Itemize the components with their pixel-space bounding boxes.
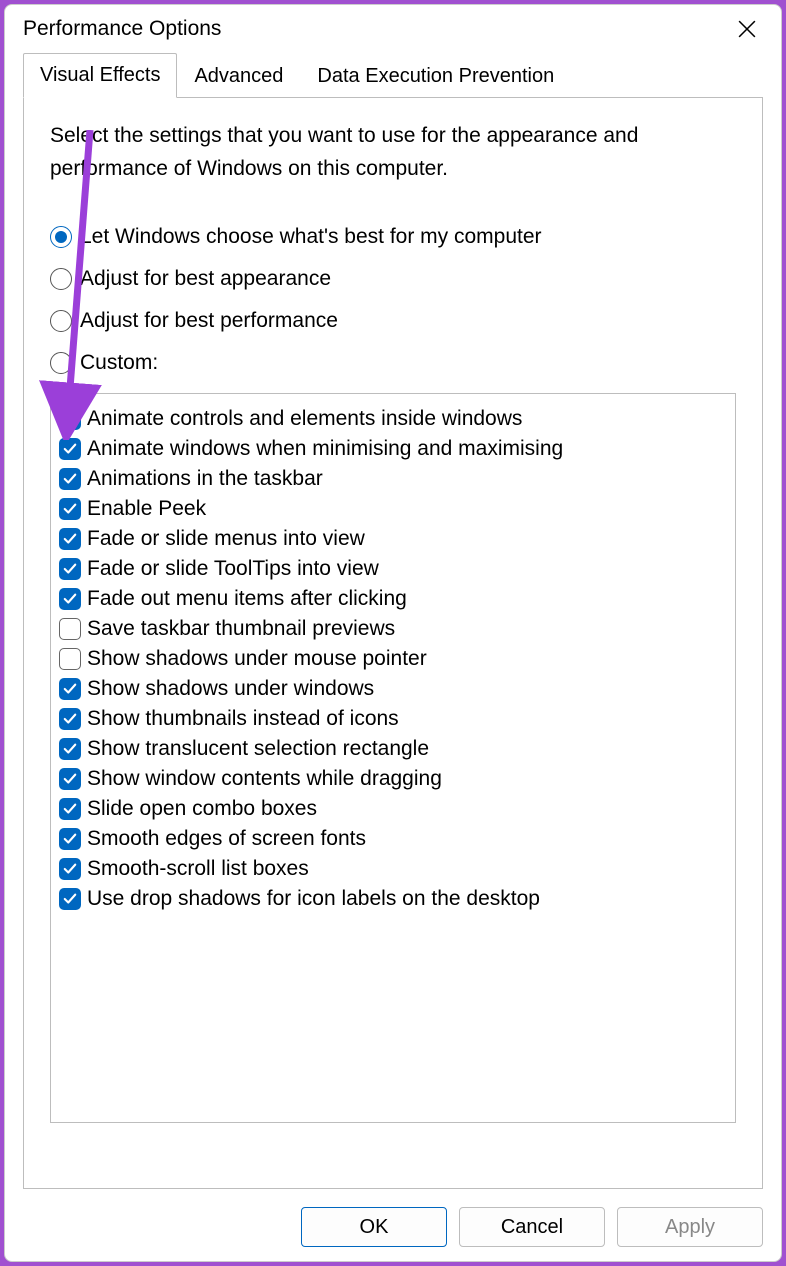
- checkbox-input[interactable]: [59, 468, 81, 490]
- radio-label: Custom:: [80, 351, 158, 375]
- radio-input[interactable]: [50, 226, 72, 248]
- checkbox-option-15[interactable]: Smooth-scroll list boxes: [59, 854, 727, 884]
- check-icon: [63, 832, 77, 846]
- checkbox-option-1[interactable]: Animate windows when minimising and maxi…: [59, 434, 727, 464]
- check-icon: [63, 892, 77, 906]
- check-icon: [63, 532, 77, 546]
- check-icon: [63, 442, 77, 456]
- radio-input[interactable]: [50, 310, 72, 332]
- checkbox-option-9[interactable]: Show shadows under windows: [59, 674, 727, 704]
- radio-option-0[interactable]: Let Windows choose what's best for my co…: [50, 225, 736, 249]
- checkbox-label: Animations in the taskbar: [87, 467, 323, 491]
- checkbox-label: Save taskbar thumbnail previews: [87, 617, 395, 641]
- radio-label: Adjust for best appearance: [80, 267, 331, 291]
- checkbox-input[interactable]: [59, 498, 81, 520]
- check-icon: [63, 502, 77, 516]
- window-title: Performance Options: [23, 17, 221, 41]
- tab-strip: Visual EffectsAdvancedData Execution Pre…: [23, 53, 763, 97]
- checkbox-label: Show shadows under windows: [87, 677, 374, 701]
- tabs-area: Visual EffectsAdvancedData Execution Pre…: [5, 53, 781, 1199]
- checkbox-label: Animate controls and elements inside win…: [87, 407, 522, 431]
- checkbox-option-6[interactable]: Fade out menu items after clicking: [59, 584, 727, 614]
- checkbox-option-0[interactable]: Animate controls and elements inside win…: [59, 404, 727, 434]
- ok-button[interactable]: OK: [301, 1207, 447, 1247]
- checkbox-label: Show thumbnails instead of icons: [87, 707, 399, 731]
- checkbox-input[interactable]: [59, 888, 81, 910]
- checkbox-input[interactable]: [59, 528, 81, 550]
- close-icon: [738, 20, 756, 38]
- checkbox-input[interactable]: [59, 708, 81, 730]
- titlebar: Performance Options: [5, 5, 781, 53]
- checkbox-input[interactable]: [59, 798, 81, 820]
- check-icon: [63, 712, 77, 726]
- checkbox-input[interactable]: [59, 588, 81, 610]
- radio-option-1[interactable]: Adjust for best appearance: [50, 267, 736, 291]
- checkbox-input[interactable]: [59, 678, 81, 700]
- preset-radio-group: Let Windows choose what's best for my co…: [50, 225, 736, 375]
- checkbox-input[interactable]: [59, 618, 81, 640]
- close-button[interactable]: [727, 11, 767, 47]
- check-icon: [63, 472, 77, 486]
- checkbox-label: Fade or slide ToolTips into view: [87, 557, 379, 581]
- checkbox-label: Animate windows when minimising and maxi…: [87, 437, 563, 461]
- checkbox-input[interactable]: [59, 858, 81, 880]
- checkbox-label: Show shadows under mouse pointer: [87, 647, 427, 671]
- checkbox-input[interactable]: [59, 558, 81, 580]
- check-icon: [63, 682, 77, 696]
- checkbox-option-10[interactable]: Show thumbnails instead of icons: [59, 704, 727, 734]
- checkbox-label: Use drop shadows for icon labels on the …: [87, 887, 540, 911]
- radio-option-3[interactable]: Custom:: [50, 351, 736, 375]
- checkbox-option-5[interactable]: Fade or slide ToolTips into view: [59, 554, 727, 584]
- radio-input[interactable]: [50, 268, 72, 290]
- checkbox-input[interactable]: [59, 768, 81, 790]
- check-icon: [63, 772, 77, 786]
- check-icon: [63, 802, 77, 816]
- check-icon: [63, 742, 77, 756]
- radio-option-2[interactable]: Adjust for best performance: [50, 309, 736, 333]
- checkbox-label: Slide open combo boxes: [87, 797, 317, 821]
- checkbox-input[interactable]: [59, 408, 81, 430]
- checkbox-option-8[interactable]: Show shadows under mouse pointer: [59, 644, 727, 674]
- check-icon: [63, 862, 77, 876]
- checkbox-input[interactable]: [59, 738, 81, 760]
- checkbox-label: Smooth-scroll list boxes: [87, 857, 309, 881]
- radio-label: Let Windows choose what's best for my co…: [80, 225, 542, 249]
- effects-checkbox-panel: Animate controls and elements inside win…: [50, 393, 736, 1123]
- cancel-button[interactable]: Cancel: [459, 1207, 605, 1247]
- check-icon: [63, 592, 77, 606]
- checkbox-label: Smooth edges of screen fonts: [87, 827, 366, 851]
- dialog-button-row: OK Cancel Apply: [5, 1199, 781, 1261]
- checkbox-option-4[interactable]: Fade or slide menus into view: [59, 524, 727, 554]
- tab-advanced[interactable]: Advanced: [177, 54, 300, 98]
- description-text: Select the settings that you want to use…: [50, 120, 736, 185]
- checkbox-label: Enable Peek: [87, 497, 206, 521]
- check-icon: [63, 412, 77, 426]
- radio-input[interactable]: [50, 352, 72, 374]
- apply-button[interactable]: Apply: [617, 1207, 763, 1247]
- checkbox-label: Fade out menu items after clicking: [87, 587, 407, 611]
- checkbox-label: Show window contents while dragging: [87, 767, 442, 791]
- checkbox-option-11[interactable]: Show translucent selection rectangle: [59, 734, 727, 764]
- check-icon: [63, 562, 77, 576]
- checkbox-input[interactable]: [59, 438, 81, 460]
- checkbox-option-3[interactable]: Enable Peek: [59, 494, 727, 524]
- checkbox-option-2[interactable]: Animations in the taskbar: [59, 464, 727, 494]
- tab-visual-effects[interactable]: Visual Effects: [23, 53, 177, 98]
- checkbox-label: Fade or slide menus into view: [87, 527, 365, 551]
- performance-options-window: Performance Options Visual EffectsAdvanc…: [4, 4, 782, 1262]
- checkbox-label: Show translucent selection rectangle: [87, 737, 429, 761]
- checkbox-input[interactable]: [59, 828, 81, 850]
- checkbox-option-7[interactable]: Save taskbar thumbnail previews: [59, 614, 727, 644]
- radio-label: Adjust for best performance: [80, 309, 338, 333]
- tab-data-execution-prevention[interactable]: Data Execution Prevention: [300, 54, 571, 98]
- checkbox-option-16[interactable]: Use drop shadows for icon labels on the …: [59, 884, 727, 914]
- checkbox-option-14[interactable]: Smooth edges of screen fonts: [59, 824, 727, 854]
- checkbox-option-13[interactable]: Slide open combo boxes: [59, 794, 727, 824]
- checkbox-input[interactable]: [59, 648, 81, 670]
- checkbox-option-12[interactable]: Show window contents while dragging: [59, 764, 727, 794]
- tab-content-visual-effects: Select the settings that you want to use…: [23, 97, 763, 1189]
